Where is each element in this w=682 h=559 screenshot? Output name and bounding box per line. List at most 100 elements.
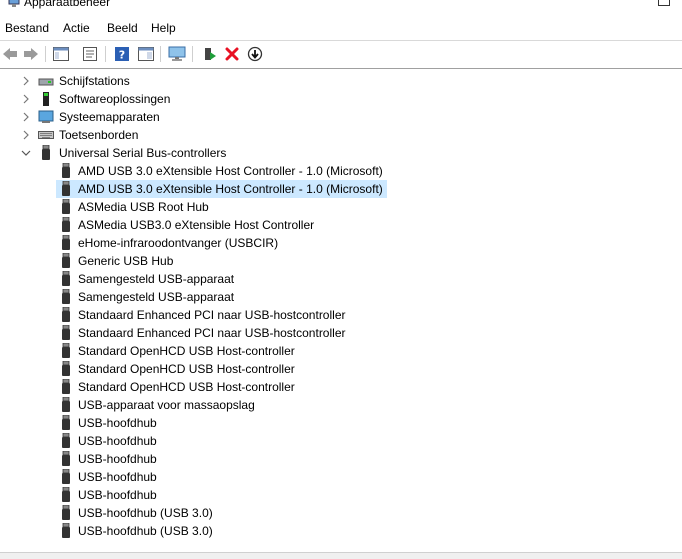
menu-beeld[interactable]: Beeld [106,21,139,35]
usb-device-label: AMD USB 3.0 eXtensible Host Controller -… [78,164,383,178]
usb-device-label: USB-hoofdhub [78,488,157,502]
toolbar-separator [192,46,193,62]
show-hide-console-tree-button[interactable] [51,44,71,64]
usb-device-item[interactable]: Generic USB Hub [0,252,682,270]
help-icon: ? [115,47,129,62]
usb-plug-icon [62,199,70,214]
uninstall-device-button[interactable] [222,44,242,64]
usb-plug-icon [62,325,70,340]
usb-device-label: USB-hoofdhub [78,416,157,430]
usb-device-item[interactable]: Samengesteld USB-apparaat [0,270,682,288]
usb-plug-icon [62,415,70,430]
toolbar-divider [0,68,682,69]
tree-category-label: Universal Serial Bus-controllers [59,146,227,160]
usb-device-item[interactable]: USB-hoofdhub (USB 3.0) [0,504,682,522]
keyboard-icon [38,131,54,139]
usb-device-item[interactable]: USB-hoofdhub [0,432,682,450]
chevron-down-icon[interactable] [20,144,32,162]
usb-device-item[interactable]: ASMedia USB Root Hub [0,198,682,216]
tree-category-schijfstations[interactable]: Schijfstations [0,72,682,90]
usb-device-label: Standard OpenHCD USB Host-controller [78,362,295,376]
tree-category-label: Toetsenborden [59,128,139,142]
chevron-right-icon[interactable] [20,72,32,90]
chevron-right-icon[interactable] [20,108,32,126]
usb-device-item[interactable]: AMD USB 3.0 eXtensible Host Controller -… [0,162,682,180]
tree-category-softwareoplossingen[interactable]: Softwareoplossingen [0,90,682,108]
usb-device-item[interactable]: eHome-infraroodontvanger (USBCIR) [0,234,682,252]
usb-plug-icon [62,307,70,322]
tree-category-label: Softwareoplossingen [59,92,171,106]
menu-bar: Bestand Actie Beeld Help [0,18,682,38]
back-button[interactable] [0,44,20,64]
usb-plug-icon [62,271,70,286]
menu-actie[interactable]: Actie [62,21,91,35]
usb-device-label: AMD USB 3.0 eXtensible Host Controller -… [74,180,387,198]
chevron-right-icon[interactable] [20,126,32,144]
usb-plug-icon [62,361,70,376]
usb-plug-icon [62,217,70,232]
usb-plug-icon [62,235,70,250]
usb-plug-icon [62,451,70,466]
usb-device-label: Standard OpenHCD USB Host-controller [78,344,295,358]
tree-category-label: Schijfstations [59,74,130,88]
usb-device-item[interactable]: AMD USB 3.0 eXtensible Host Controller -… [0,180,682,198]
arrow-left-icon [3,48,17,60]
maximize-icon[interactable] [658,0,670,6]
toolbar-separator [160,46,161,62]
disable-device-button[interactable] [245,44,265,64]
usb-device-item[interactable]: USB-hoofdhub [0,414,682,432]
usb-plug-icon [62,379,70,394]
usb-device-item[interactable]: USB-hoofdhub (USB 3.0) [0,522,682,540]
window-title: Apparaatbeheer [24,0,111,9]
usb-device-label: Standaard Enhanced PCI naar USB-hostcont… [78,308,346,322]
usb-plug-icon [62,181,70,196]
usb-device-item[interactable]: Standaard Enhanced PCI naar USB-hostcont… [0,306,682,324]
usb-device-item[interactable]: Standard OpenHCD USB Host-controller [0,360,682,378]
software-component-icon [43,92,49,106]
usb-device-item[interactable]: USB-hoofdhub [0,468,682,486]
scan-hardware-button[interactable] [167,44,187,64]
usb-device-label: USB-hoofdhub [78,470,157,484]
help-button[interactable]: ? [112,44,132,64]
usb-device-label: USB-apparaat voor massaopslag [78,398,255,412]
usb-plug-icon [62,433,70,448]
console-tree-icon [53,47,69,61]
forward-button[interactable] [21,44,41,64]
usb-device-item[interactable]: ASMedia USB3.0 eXtensible Host Controlle… [0,216,682,234]
menu-bestand[interactable]: Bestand [4,21,50,35]
usb-plug-icon [62,397,70,412]
usb-device-item[interactable]: Standard OpenHCD USB Host-controller [0,342,682,360]
tree-category-toetsenborden[interactable]: Toetsenborden [0,126,682,144]
monitor-scan-icon [168,46,186,61]
usb-device-item[interactable]: Standaard Enhanced PCI naar USB-hostcont… [0,324,682,342]
down-arrow-circle-icon [247,46,263,62]
pane-icon [138,47,154,61]
usb-device-label: USB-hoofdhub (USB 3.0) [78,524,213,538]
toolbar: ? [0,40,682,67]
action-pane-button[interactable] [136,44,156,64]
menu-help[interactable]: Help [150,21,177,35]
usb-device-item[interactable]: USB-hoofdhub [0,486,682,504]
usb-plug-icon [62,343,70,358]
usb-device-item[interactable]: USB-hoofdhub [0,450,682,468]
properties-button[interactable] [80,44,100,64]
usb-plug-icon [62,253,70,268]
usb-device-label: Generic USB Hub [78,254,174,268]
title-bar: Apparaatbeheer [0,0,682,14]
usb-plug-icon [62,289,70,304]
tree-category-usb-controllers[interactable]: Universal Serial Bus-controllers [0,144,682,162]
update-driver-button[interactable] [199,44,219,64]
usb-device-label: eHome-infraroodontvanger (USBCIR) [78,236,279,250]
usb-device-label: USB-hoofdhub [78,452,157,466]
device-manager-icon [8,0,20,7]
usb-plug-icon [62,505,70,520]
chevron-right-icon[interactable] [20,90,32,108]
usb-device-item[interactable]: USB-apparaat voor massaopslag [0,396,682,414]
usb-device-item[interactable]: Samengesteld USB-apparaat [0,288,682,306]
usb-device-item[interactable]: Standard OpenHCD USB Host-controller [0,378,682,396]
properties-icon [83,47,97,61]
tree-category-systeemapparaten[interactable]: Systeemapparaten [0,108,682,126]
usb-icon [42,145,50,160]
disk-drive-icon [38,78,54,86]
usb-plug-icon [62,469,70,484]
